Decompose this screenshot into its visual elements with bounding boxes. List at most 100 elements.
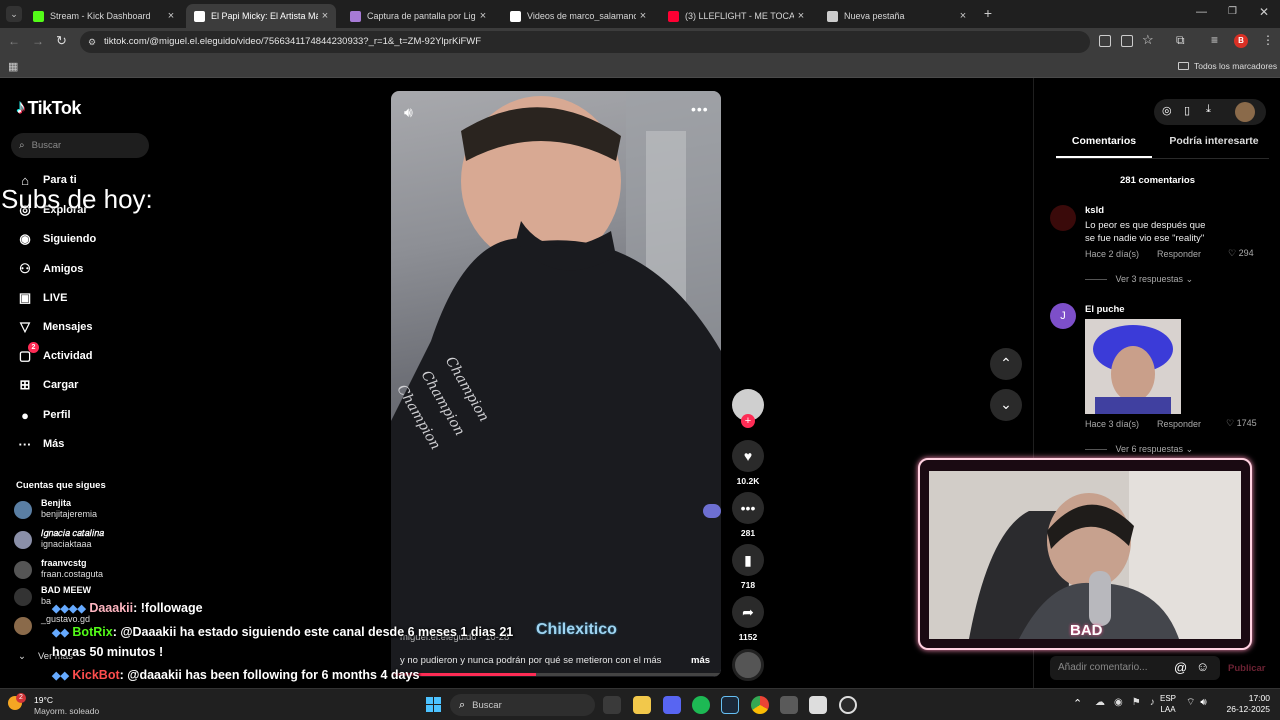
video-more-options-icon[interactable]: ••• — [691, 101, 709, 117]
download-icon[interactable]: ⤓ — [1206, 103, 1211, 116]
browser-tab[interactable]: Stream - Kick Dashboard × — [25, 4, 182, 28]
account-avatar — [14, 501, 32, 519]
phone-icon[interactable]: ▯ — [1184, 104, 1190, 117]
reply-button[interactable]: Responder — [1157, 249, 1201, 259]
comment-button[interactable]: ••• 281 — [732, 492, 764, 538]
windows-logo-q2 — [434, 697, 441, 704]
network-icons[interactable]: ⌔🔊︎ — [1186, 696, 1212, 709]
translate-icon[interactable] — [1099, 35, 1111, 47]
chat-message: : !followage — [133, 601, 203, 615]
file-explorer-icon[interactable] — [633, 696, 651, 714]
close-tab-icon[interactable]: × — [956, 10, 970, 22]
save-button[interactable]: ▮ 718 — [732, 544, 764, 590]
spotify-icon[interactable] — [692, 696, 710, 714]
close-tab-icon[interactable]: × — [794, 10, 808, 22]
tab-comments[interactable]: Comentarios — [1056, 135, 1152, 158]
restore-button[interactable]: ❐ — [1228, 6, 1237, 17]
app-icon-2[interactable] — [809, 696, 827, 714]
comment-image[interactable] — [1085, 319, 1181, 414]
search-box[interactable]: ⌕ Buscar — [11, 133, 149, 158]
apps-grid-icon[interactable]: ▦ — [8, 60, 18, 73]
view-replies[interactable]: Ver 3 respuestas ⌄ — [1085, 274, 1193, 285]
all-bookmarks-folder[interactable]: Todos los marcadores — [1178, 61, 1277, 71]
start-button[interactable] — [426, 697, 441, 712]
emoji-icon[interactable]: ☺ — [1196, 659, 1209, 674]
profile-avatar[interactable]: B — [1234, 34, 1248, 48]
follow-plus-icon[interactable]: + — [741, 414, 755, 428]
comment-author[interactable]: El puche — [1085, 304, 1125, 315]
kebab-menu-icon[interactable]: ⋮ — [1262, 33, 1274, 47]
obs-icon[interactable] — [839, 696, 857, 714]
extensions-icon[interactable]: ⧉ — [1176, 33, 1185, 48]
browser-tab[interactable]: El Papi Micky: El Artista Más Vir× — [186, 4, 336, 28]
back-icon[interactable]: ← — [8, 34, 20, 48]
tray-chevron-icon[interactable]: ⌃ — [1073, 697, 1082, 710]
comment-like[interactable]: ♡ 1745 — [1226, 418, 1257, 429]
address-bar[interactable]: ⚙ tiktok.com/@miguel.el.eleguido/video/7… — [80, 31, 1090, 53]
task-view-icon[interactable] — [603, 696, 621, 714]
discord-icon[interactable] — [663, 696, 681, 714]
nav-item-m-s[interactable]: ··· Más — [16, 433, 65, 455]
like-button[interactable]: ♥ 10.2K — [732, 440, 764, 486]
nav-item-amigos[interactable]: ⚇ Amigos — [16, 258, 83, 280]
author-avatar-button[interactable]: + — [732, 389, 764, 428]
followed-account[interactable]: Benjita benjitajeremia — [14, 498, 97, 520]
followed-account[interactable]: fraanvcstg fraan.costaguta — [14, 558, 103, 580]
close-window-button[interactable]: ✕ — [1259, 5, 1269, 19]
new-tab-button[interactable]: + — [980, 5, 996, 21]
nav-item-mensajes[interactable]: ▽ Mensajes — [16, 316, 93, 338]
user-avatar[interactable] — [1235, 102, 1255, 122]
reply-button[interactable]: Responder — [1157, 419, 1201, 429]
previous-video-button[interactable]: ⌃ — [990, 348, 1022, 380]
tab-suggested[interactable]: Podría interesarte — [1159, 135, 1269, 158]
clock[interactable]: 17:00 26-12-2025 — [1218, 693, 1270, 715]
comment-like[interactable]: ♡ 294 — [1228, 248, 1254, 259]
browser-tab[interactable]: (3) LLEFLIGHT - ME TOCA A MÍ× — [660, 4, 812, 28]
bookmark-icon: ▮ — [732, 544, 764, 576]
close-tab-icon[interactable]: × — [164, 10, 178, 22]
view-replies[interactable]: Ver 6 respuestas ⌄ — [1085, 444, 1193, 455]
bookmark-star-icon[interactable]: ☆ — [1142, 32, 1154, 48]
taskbar-search[interactable]: ⌕ Buscar — [450, 694, 595, 716]
video-player[interactable]: Champion Champion Champion 🔊︎ ••• miguel.e… — [391, 91, 721, 677]
next-video-button[interactable]: ⌄ — [990, 389, 1022, 421]
publish-button[interactable]: Publicar — [1228, 663, 1266, 674]
minimize-button[interactable]: — — [1196, 6, 1207, 18]
music-disc-button[interactable] — [732, 649, 764, 681]
cast-icon[interactable] — [1121, 35, 1133, 47]
comment-avatar[interactable] — [1050, 205, 1076, 231]
tiktok-logo[interactable]: ♪ TikTok — [16, 97, 81, 119]
comment-avatar[interactable]: J — [1050, 303, 1076, 329]
followed-account[interactable]: 𝐼𝑔𝑛𝑎𝑐𝑖𝑎 𝑐𝑎𝑡𝑎𝑙𝑖𝑛𝑎 ignaciaktaaa — [14, 528, 104, 550]
browser-tab[interactable]: Videos de marco_salamanca (@× — [502, 4, 654, 28]
nav-item-perfil[interactable]: ● Perfil — [16, 404, 70, 426]
app-icon[interactable] — [780, 696, 798, 714]
nav-item-siguiendo[interactable]: ◉ Siguiendo — [16, 228, 96, 250]
tab-search-button[interactable]: ⌄ — [6, 6, 22, 22]
close-tab-icon[interactable]: × — [318, 10, 332, 22]
reload-icon[interactable]: ↻ — [56, 33, 67, 49]
forward-icon[interactable]: → — [32, 34, 44, 48]
close-tab-icon[interactable]: × — [636, 10, 650, 22]
steam-icon[interactable] — [721, 696, 739, 714]
nav-item-actividad[interactable]: ▢ 2 Actividad — [16, 342, 93, 367]
add-comment-input[interactable]: Añadir comentario... — [1050, 656, 1220, 680]
share-button[interactable]: ➦ 1152 — [732, 596, 764, 642]
mention-icon[interactable]: @ — [1174, 660, 1187, 675]
browser-tab[interactable]: Captura de pantalla por Lightsh× — [342, 4, 494, 28]
compass-small-icon[interactable]: ◎ — [1162, 104, 1172, 117]
browser-tab[interactable]: Nueva pestaña × — [819, 4, 974, 28]
media-icon[interactable]: ≡ — [1211, 33, 1218, 47]
volume-icon[interactable]: 🔊︎ — [404, 104, 413, 121]
account-avatar — [14, 531, 32, 549]
site-info-icon[interactable]: ⚙ — [88, 31, 96, 53]
comment-text: Lo peor es que después que se fue nadie … — [1085, 220, 1206, 244]
nav-item-cargar[interactable]: ⊞ Cargar — [16, 374, 79, 396]
language-indicator[interactable]: ESP LAA — [1160, 693, 1176, 715]
comment-author[interactable]: ksld — [1085, 205, 1104, 216]
chrome-icon[interactable] — [751, 696, 769, 714]
friends-icon: ⚇ — [19, 261, 31, 276]
caption-more-link[interactable]: más — [691, 655, 710, 666]
close-tab-icon[interactable]: × — [476, 10, 490, 22]
nav-item-live[interactable]: ▣ LIVE — [16, 287, 68, 309]
